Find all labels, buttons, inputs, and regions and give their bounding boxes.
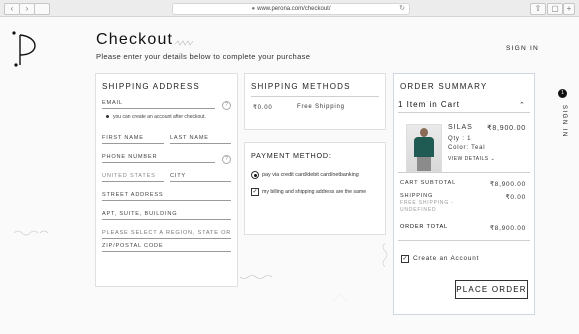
divider (398, 172, 530, 173)
product-model-legs (417, 157, 431, 171)
divider (398, 240, 530, 241)
zip-field[interactable]: ZIP/POSTAL CODE (102, 242, 231, 252)
chevron-up-icon[interactable]: ⌃ (519, 101, 526, 109)
cart-subtotal-value: ₹8,900.00 (489, 181, 526, 188)
shipping-label: SHIPPING (400, 193, 434, 199)
forward-icon[interactable]: › (19, 3, 35, 15)
divider (398, 112, 530, 113)
account-note: you can create an account after checkout… (106, 114, 206, 120)
place-order-button[interactable]: PLACE ORDER (455, 280, 528, 299)
last-name-field[interactable]: LAST NAME (170, 134, 231, 144)
shipping-methods-panel: SHIPPING METHODS ₹0.00 Free Shipping (244, 73, 386, 130)
city-field[interactable]: CITY (170, 172, 231, 182)
chevron-down-icon: ⌄ (490, 156, 496, 162)
page-subtitle: Please enter your details below to compl… (96, 52, 311, 61)
shipping-price: ₹0.00 (253, 105, 273, 111)
product-qty: Qty : 1 (448, 136, 472, 142)
product-name: SILAS (448, 124, 473, 131)
product-shirt (414, 137, 434, 157)
shipping-address-heading: SHIPPING ADDRESS (102, 82, 200, 91)
checkout-page: Checkout Please enter your details below… (0, 17, 579, 334)
apt-field[interactable]: APT, SUITE, BUILDING (102, 210, 231, 220)
page-title: Checkout (96, 31, 174, 48)
help-icon[interactable]: ? (222, 155, 231, 164)
perona-logo[interactable] (10, 29, 40, 69)
order-total-label: ORDER TOTAL (400, 224, 448, 230)
cart-count-badge[interactable]: 1 (558, 89, 567, 98)
divider (251, 96, 379, 97)
add-tab-icon[interactable]: + (563, 3, 575, 15)
payment-panel: PAYMENT METHOD: pay via credit card/debi… (244, 142, 386, 235)
sidebar-icon[interactable] (34, 3, 50, 15)
product-price: ₹8,900.00 (487, 125, 526, 132)
tabs-icon[interactable]: ▢ (547, 3, 563, 15)
decorative-wave (14, 230, 49, 236)
bullet-icon (106, 115, 109, 119)
region-select[interactable]: PLEASE SELECT A REGION, STATE OR P (102, 229, 231, 239)
side-signin-label[interactable]: SIGN IN (561, 105, 567, 138)
shipping-sub-label: FREE SHIPPING - UNDEFINED (400, 200, 454, 213)
payment-heading: PAYMENT METHOD: (251, 151, 332, 160)
shipping-methods-heading: SHIPPING METHODS (251, 82, 351, 91)
payment-option-label: pay via credit card/debit card/netbankin… (262, 172, 359, 178)
back-icon[interactable]: ‹ (4, 3, 20, 15)
create-account-label: Create an Account (413, 255, 480, 262)
shipping-method-name[interactable]: Free Shipping (297, 104, 345, 110)
decorative-wave (382, 243, 388, 268)
country-select[interactable]: UNITED STATES (102, 172, 164, 182)
shipping-address-panel: SHIPPING ADDRESS EMAIL ? you can create … (95, 73, 238, 287)
product-image[interactable] (406, 124, 442, 172)
payment-radio[interactable] (251, 171, 259, 179)
shipping-value: ₹0.00 (505, 194, 526, 201)
decorative-squiggle (175, 40, 194, 46)
product-model-head (420, 128, 428, 137)
decorative-wave (240, 275, 272, 279)
first-name-field[interactable]: FIRST NAME (102, 134, 164, 144)
view-details-label: VIEW DETAILS (448, 156, 489, 162)
cart-subtotal-label: CART SUBTOTAL (400, 180, 456, 186)
help-icon[interactable]: ? (222, 101, 231, 110)
address-bar[interactable]: ● www.perona.com/checkout/ ↻ (172, 3, 410, 15)
items-in-cart-toggle[interactable]: 1 Item in Cart (398, 100, 460, 109)
url-text: www.perona.com/checkout/ (257, 6, 331, 12)
street-field[interactable]: STREET ADDRESS (102, 191, 231, 201)
reload-icon[interactable]: ↻ (399, 4, 405, 14)
phone-field[interactable]: PHONE NUMBER (102, 153, 215, 163)
lock-icon: ● (251, 6, 256, 12)
browser-toolbar: ‹ › ● www.perona.com/checkout/ ↻ ⇧ ▢ + (0, 0, 579, 17)
order-summary-heading: ORDER SUMMARY (400, 82, 488, 91)
decorative-mark (331, 293, 349, 303)
account-note-text: you can create an account after checkout… (113, 114, 206, 120)
product-color: Color: Teal (448, 145, 486, 151)
view-details-link[interactable]: VIEW DETAILS ⌄ (448, 156, 495, 162)
share-icon[interactable]: ⇧ (530, 3, 546, 15)
create-account-checkbox[interactable]: ✓ (401, 255, 409, 263)
order-total-value: ₹8,900.00 (489, 225, 526, 232)
billing-same-label: my billing and shipping address are the … (262, 189, 367, 195)
order-summary-panel: ORDER SUMMARY 1 Item in Cart ⌃ SILAS ₹8,… (393, 73, 535, 315)
signin-link[interactable]: SIGN IN (506, 45, 539, 52)
email-field[interactable]: EMAIL (102, 99, 215, 109)
